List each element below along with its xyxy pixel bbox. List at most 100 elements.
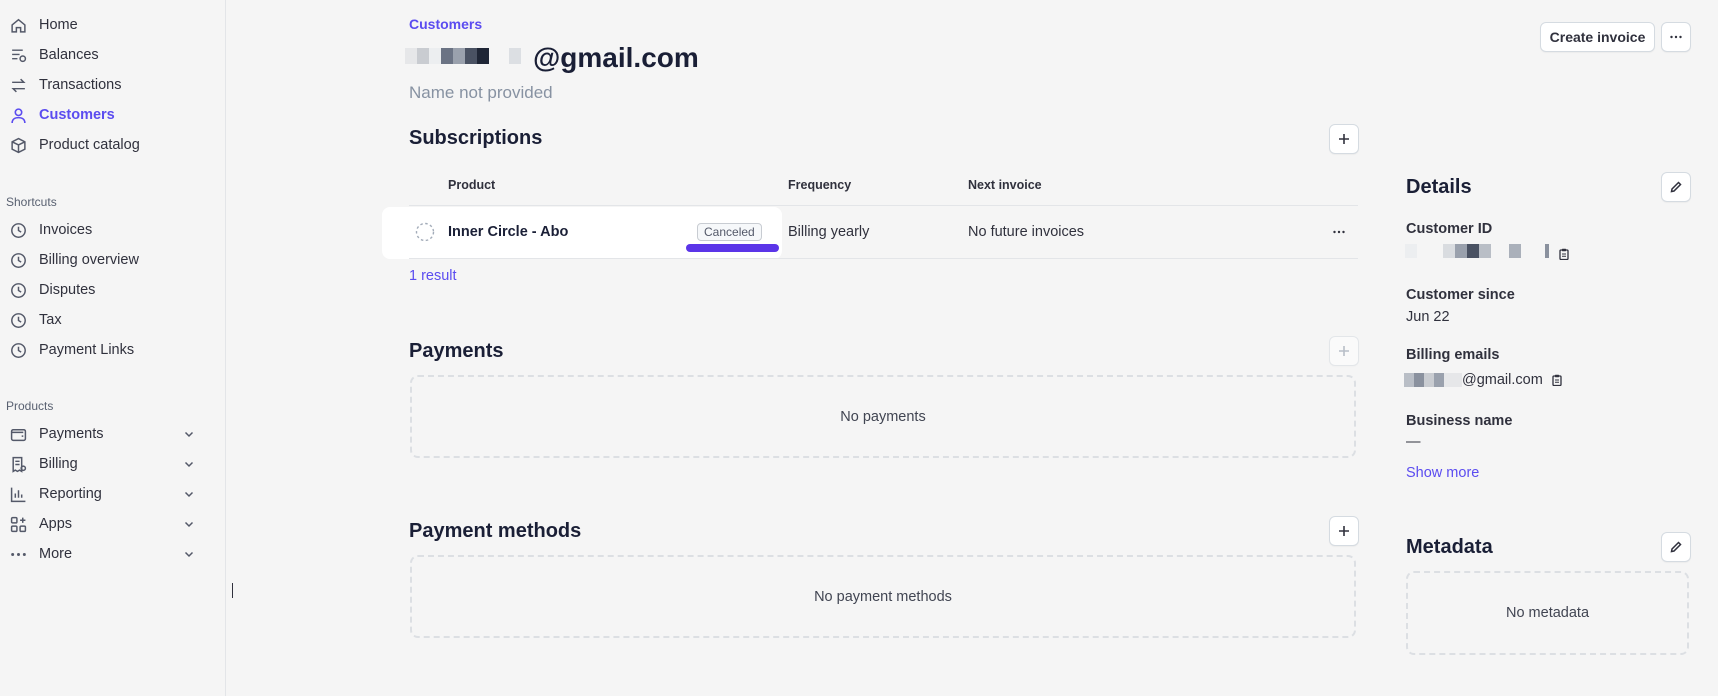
sidebar-item-product-catalog[interactable]: Product catalog: [0, 132, 210, 158]
customer-since-value: Jun 22: [1406, 309, 1450, 325]
subscription-frequency: Billing yearly: [788, 224, 870, 240]
copy-icon[interactable]: [1558, 248, 1570, 260]
balances-icon: [10, 47, 27, 64]
clock-icon: [10, 342, 27, 359]
shortcut-billing-overview[interactable]: Billing overview: [0, 247, 210, 273]
shortcut-label: Tax: [39, 312, 62, 328]
edit-metadata-button[interactable]: [1661, 532, 1691, 562]
billing-emails-label: Billing emails: [1406, 347, 1500, 363]
breadcrumb-customers[interactable]: Customers: [409, 16, 482, 32]
customer-name: Name not provided: [409, 83, 553, 102]
billing-email-value: @gmail.com: [1404, 372, 1563, 388]
shortcut-label: Billing overview: [39, 252, 139, 268]
sidebar-item-label: Payments: [39, 426, 104, 442]
apps-icon: [10, 516, 27, 533]
sidebar-item-home[interactable]: Home: [0, 12, 210, 38]
pencil-icon: [1670, 541, 1682, 553]
sidebar-item-billing[interactable]: Billing: [0, 451, 210, 477]
subscriptions-heading: Subscriptions: [409, 127, 543, 149]
sidebar-item-label: Home: [39, 17, 78, 33]
row-actions-button[interactable]: [1326, 220, 1352, 244]
add-payment-method-button[interactable]: [1329, 516, 1359, 546]
shortcut-invoices[interactable]: Invoices: [0, 217, 210, 243]
shortcuts-heading: Shortcuts: [6, 195, 57, 209]
plus-icon: [1339, 134, 1349, 144]
shortcut-label: Disputes: [39, 282, 96, 298]
divider: [409, 205, 1358, 206]
text-cursor: [232, 583, 233, 598]
reporting-icon: [10, 486, 27, 503]
add-subscription-button[interactable]: [1329, 124, 1359, 154]
metadata-heading: Metadata: [1406, 536, 1493, 558]
add-payment-button[interactable]: [1329, 336, 1359, 366]
payments-heading: Payments: [409, 340, 504, 362]
products-heading: Products: [6, 399, 54, 413]
more-actions-button[interactable]: [1661, 22, 1691, 52]
page-title: @gmail.com: [405, 40, 699, 76]
shortcut-label: Invoices: [39, 222, 93, 238]
clock-icon: [10, 312, 27, 329]
clock-icon: [10, 282, 27, 299]
edit-details-button[interactable]: [1661, 172, 1691, 202]
more-dots-icon: [10, 546, 27, 563]
chevron-down-icon: [184, 521, 194, 528]
customer-id-label: Customer ID: [1406, 221, 1493, 237]
business-name-label: Business name: [1406, 413, 1513, 429]
shortcut-label: Payment Links: [39, 342, 135, 358]
payments-empty-state: No payments: [410, 375, 1356, 458]
sidebar-item-transactions[interactable]: Transactions: [0, 72, 210, 98]
payment-methods-empty-state: No payment methods: [410, 555, 1356, 638]
copy-icon[interactable]: [1551, 374, 1563, 386]
subscription-next-invoice: No future invoices: [968, 224, 1085, 240]
wallet-icon: [10, 426, 27, 443]
column-header-frequency: Frequency: [788, 178, 852, 192]
customer-since-label: Customer since: [1406, 287, 1515, 303]
sidebar-item-more[interactable]: More: [0, 541, 210, 567]
plus-icon: [1339, 346, 1349, 356]
clock-icon: [10, 252, 27, 269]
sidebar-item-reporting[interactable]: Reporting: [0, 481, 210, 507]
chevron-down-icon: [184, 461, 194, 468]
plus-icon: [1339, 526, 1349, 536]
column-header-next-invoice: Next invoice: [968, 178, 1042, 192]
status-badge: Canceled: [697, 223, 762, 241]
payment-methods-heading: Payment methods: [409, 520, 582, 542]
more-dots-icon: [1670, 35, 1682, 39]
billing-icon: [10, 456, 27, 473]
status-pending-icon: [415, 222, 435, 242]
details-heading: Details: [1406, 176, 1472, 198]
sidebar-item-label: Customers: [39, 107, 115, 123]
home-icon: [10, 17, 27, 34]
result-count: 1 result: [409, 268, 457, 284]
redacted-email-prefix: [405, 46, 525, 71]
chevron-down-icon: [184, 431, 194, 438]
shortcut-disputes[interactable]: Disputes: [0, 277, 210, 303]
sidebar-item-apps[interactable]: Apps: [0, 511, 210, 537]
shortcut-tax[interactable]: Tax: [0, 307, 210, 333]
sidebar-item-customers[interactable]: Customers: [0, 102, 210, 128]
business-name-value: —: [1406, 434, 1421, 450]
sidebar-item-label: Product catalog: [39, 137, 140, 153]
chevron-down-icon: [184, 491, 194, 498]
highlight-underline: [686, 244, 779, 252]
page-title-email: @gmail.com: [533, 42, 699, 73]
sidebar-item-label: More: [39, 546, 73, 562]
pencil-icon: [1670, 181, 1682, 193]
column-header-product: Product: [448, 178, 496, 192]
divider: [409, 258, 1358, 259]
sidebar-item-label: Apps: [39, 516, 73, 532]
show-more-link[interactable]: Show more: [1406, 465, 1479, 481]
metadata-empty-state: No metadata: [1406, 571, 1689, 655]
shortcut-payment-links[interactable]: Payment Links: [0, 337, 210, 363]
product-catalog-icon: [10, 137, 27, 154]
sidebar-item-label: Balances: [39, 47, 99, 63]
create-invoice-button[interactable]: Create invoice: [1540, 22, 1655, 52]
sidebar-item-payments[interactable]: Payments: [0, 421, 210, 447]
customers-icon: [10, 107, 27, 124]
sidebar-item-label: Billing: [39, 456, 78, 472]
clock-icon: [10, 222, 27, 239]
sidebar-item-balances[interactable]: Balances: [0, 42, 210, 68]
redacted-email-prefix: [1404, 373, 1462, 387]
sidebar-item-label: Reporting: [39, 486, 102, 502]
subscription-product-name[interactable]: Inner Circle - Abo: [448, 224, 568, 240]
